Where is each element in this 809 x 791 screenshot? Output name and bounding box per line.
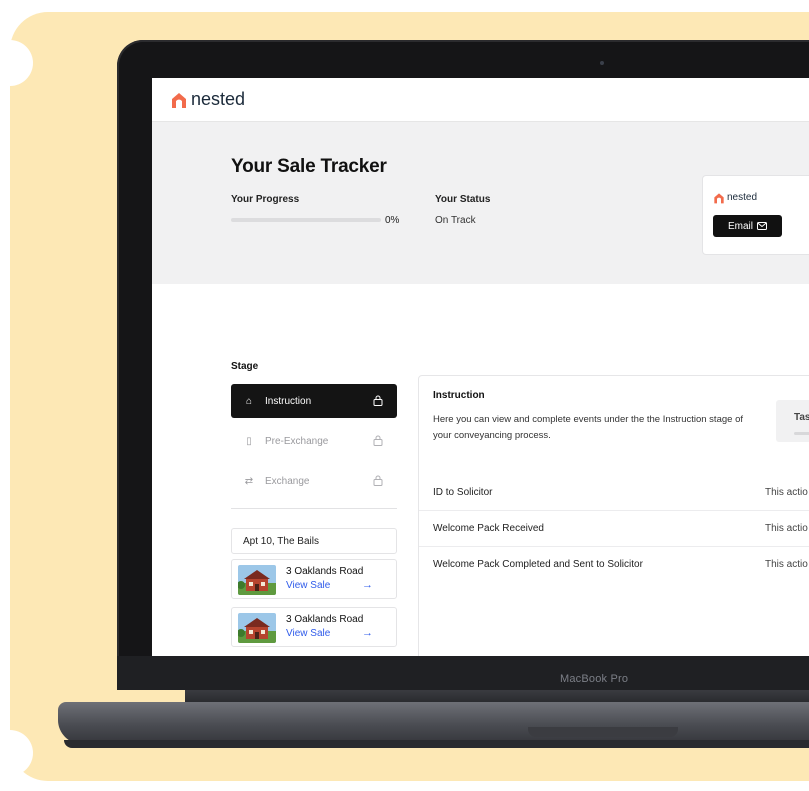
laptop-chin — [117, 656, 809, 690]
task-progress-line — [794, 432, 809, 435]
event-row[interactable]: ID to Solicitor This actio — [419, 475, 809, 511]
stage-item-instruction[interactable]: ⌂ Instruction — [231, 384, 397, 418]
progress-label: Your Progress — [231, 194, 300, 205]
progress-percent: 0% — [385, 215, 400, 226]
status-label: Your Status — [435, 194, 491, 205]
event-note: This actio — [765, 559, 808, 570]
document-icon: ▯ — [246, 435, 252, 447]
arrow-right-icon[interactable]: → — [362, 627, 373, 639]
view-sale-link[interactable]: View Sale — [286, 580, 330, 591]
event-name: ID to Solicitor — [433, 487, 493, 498]
event-row[interactable]: Welcome Pack Received This actio — [419, 511, 809, 547]
status-value: On Track — [435, 215, 476, 226]
laptop-base-lip — [64, 740, 809, 748]
nested-logo-icon — [714, 193, 724, 204]
stage-item-label: Instruction — [265, 395, 312, 407]
laptop-base — [58, 702, 809, 744]
detail-description: Here you can view and complete events un… — [433, 414, 743, 441]
event-name: Welcome Pack Completed and Sent to Solic… — [433, 559, 643, 570]
stage-item-exchange[interactable]: ⇄ Exchange — [231, 464, 397, 498]
nested-logo-icon — [172, 93, 186, 108]
sale-address: 3 Oaklands Road — [286, 614, 364, 625]
agent-brand-text: nested — [727, 192, 758, 203]
stage-heading: Stage — [231, 361, 259, 372]
stage-item-label: Pre-Exchange — [265, 435, 329, 447]
arrow-right-icon[interactable]: → — [362, 579, 373, 591]
current-property[interactable]: Apt 10, The Bails — [231, 528, 397, 554]
keyboard-strip — [185, 690, 809, 702]
event-name: Welcome Pack Received — [433, 523, 544, 534]
exchange-icon: ⇄ — [244, 475, 254, 487]
lock-icon — [373, 435, 383, 446]
event-note: This actio — [765, 487, 808, 498]
event-row[interactable]: Welcome Pack Completed and Sent to Solic… — [419, 547, 809, 583]
current-property-title: Apt 10, The Bails — [243, 536, 319, 547]
house-thumbnail — [238, 565, 276, 595]
brand-logo-text[interactable]: nested — [191, 89, 245, 110]
email-button[interactable]: Email — [713, 215, 782, 237]
detail-title: Instruction — [433, 390, 485, 401]
email-button-label: Email — [727, 220, 753, 232]
sale-tracker-header: Your Sale Tracker Your Progress 0% Your … — [152, 122, 809, 284]
webcam-icon — [600, 61, 604, 65]
stage-item-label: Exchange — [265, 475, 310, 487]
device-label: MacBook Pro — [560, 673, 629, 685]
progress-bar — [231, 218, 381, 222]
home-icon: ⌂ — [245, 395, 253, 407]
laptop-hinge — [528, 727, 678, 737]
mail-icon — [757, 222, 767, 230]
task-label: Tas — [794, 412, 809, 423]
divider — [231, 508, 397, 509]
stage-item-pre-exchange[interactable]: ▯ Pre-Exchange — [231, 424, 397, 458]
sale-address: 3 Oaklands Road — [286, 566, 364, 577]
lock-icon — [373, 395, 383, 406]
laptop-screen: nested Your Sale Tracker Your Progress 0… — [152, 78, 809, 656]
lock-icon — [373, 475, 383, 486]
view-sale-link[interactable]: View Sale — [286, 628, 330, 639]
event-note: This actio — [765, 523, 808, 534]
page-title: Your Sale Tracker — [231, 156, 387, 177]
sale-card[interactable]: 3 Oaklands Road View Sale → — [231, 607, 397, 647]
top-bar: nested — [152, 78, 809, 122]
agent-contact-card: nested Email — [702, 175, 809, 255]
task-summary: Tas — [776, 400, 809, 442]
house-thumbnail — [238, 613, 276, 643]
stage-detail-panel: Instruction Here you can view and comple… — [418, 375, 809, 656]
sale-card[interactable]: 3 Oaklands Road View Sale → — [231, 559, 397, 599]
